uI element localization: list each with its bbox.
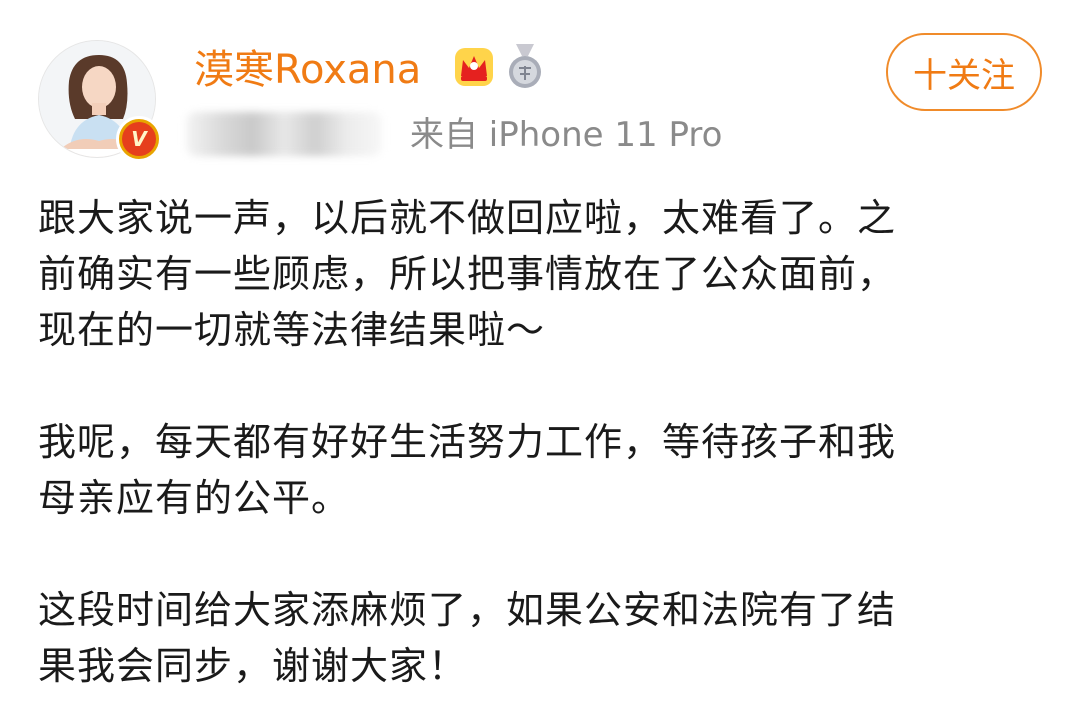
post-line: 母亲应有的公平。 — [38, 476, 351, 520]
verified-badge-icon: V — [116, 116, 162, 162]
post-line: 我呢，每天都有好好生活努力工作，等待孩子和我 — [38, 420, 897, 464]
post-line: 现在的一切就等法律结果啦～ — [38, 308, 546, 352]
post-line: 果我会同步，谢谢大家！ — [38, 644, 468, 688]
post-text: 跟大家说一声，以后就不做回应啦，太难看了。之 前确实有一些顾虑，所以把事情放在了… — [38, 190, 1048, 694]
verified-mark: V — [122, 122, 156, 156]
post-line: 这段时间给大家添麻烦了，如果公安和法院有了结 — [38, 588, 897, 632]
post-header: V 漠寒Roxana 十关注 来自 iPhone 11 Pro — [0, 0, 1080, 180]
post-line: 跟大家说一声，以后就不做回应啦，太难看了。之 — [38, 196, 897, 240]
follow-button[interactable]: 十关注 — [886, 33, 1042, 111]
medal-icon[interactable] — [504, 44, 546, 90]
post-source: 来自 iPhone 11 Pro — [410, 115, 723, 155]
username[interactable]: 漠寒Roxana — [194, 42, 421, 98]
post-timestamp-redacted — [186, 112, 382, 156]
post-line: 前确实有一些顾虑，所以把事情放在了公众面前， — [38, 252, 897, 296]
crown-icon[interactable] — [453, 46, 495, 88]
